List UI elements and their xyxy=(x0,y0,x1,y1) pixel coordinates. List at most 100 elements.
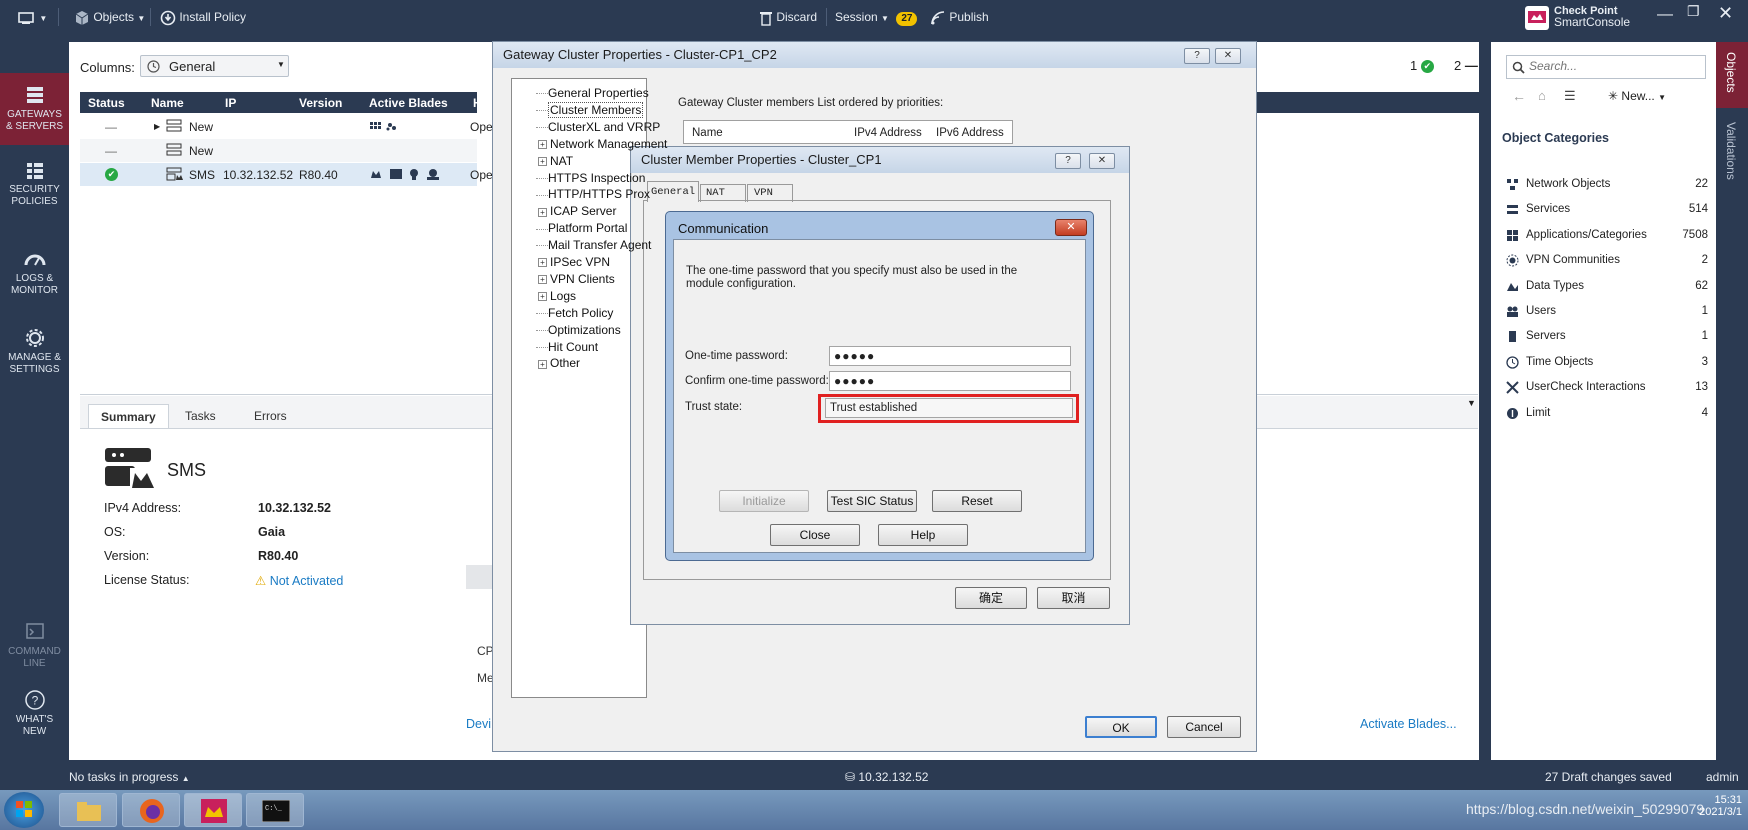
activate-blades-link[interactable]: Activate Blades... xyxy=(1360,717,1457,731)
app-menu-button[interactable]: ▼ xyxy=(18,8,47,26)
category-item[interactable]: Data Types 62 xyxy=(1506,278,1708,296)
col-hardware[interactable]: Har xyxy=(473,96,493,110)
category-item[interactable]: Time Objects 3 xyxy=(1506,354,1708,372)
nav-whats-new[interactable]: ? WHAT'S NEW xyxy=(0,690,69,745)
col-active-blades[interactable]: Active Blades xyxy=(369,96,448,110)
tree-item[interactable]: + NAT xyxy=(538,154,573,168)
expand-plus-icon[interactable]: + xyxy=(538,292,547,302)
clock[interactable]: 15:31 2021/3/1 xyxy=(1680,794,1742,818)
search-box[interactable] xyxy=(1506,55,1706,79)
discard-button[interactable]: Discard xyxy=(759,8,817,26)
member-ok-button[interactable]: 确定 xyxy=(955,587,1027,609)
gw-cancel-button[interactable]: Cancel xyxy=(1167,716,1241,738)
tree-item[interactable]: Optimizations xyxy=(536,323,621,337)
tab-nat[interactable]: NAT xyxy=(700,184,746,202)
comm-close-button[interactable]: Close xyxy=(770,524,860,546)
expand-plus-icon[interactable]: + xyxy=(538,275,547,285)
tab-errors[interactable]: Errors xyxy=(242,404,299,428)
col-name[interactable]: Name xyxy=(151,96,184,110)
minimize-button[interactable]: — xyxy=(1657,6,1673,24)
close-app-button[interactable]: ✕ xyxy=(1718,3,1733,24)
table-row[interactable]: — New xyxy=(80,139,477,162)
tree-item[interactable]: + IPSec VPN xyxy=(538,255,610,269)
install-policy-button[interactable]: Install Policy xyxy=(160,8,246,26)
expand-plus-icon[interactable]: + xyxy=(538,207,547,217)
tree-item[interactable]: + Logs xyxy=(538,289,576,303)
tree-item[interactable]: Hit Count xyxy=(536,340,598,354)
tree-item[interactable]: Fetch Policy xyxy=(536,306,613,320)
tab-general[interactable]: General xyxy=(647,181,699,202)
search-input[interactable] xyxy=(1529,59,1699,73)
taskbar-firefox[interactable] xyxy=(122,793,180,827)
category-item[interactable]: VPN Communities 2 xyxy=(1506,252,1708,270)
tab-tasks[interactable]: Tasks xyxy=(173,404,228,428)
category-item[interactable]: Limit 4 xyxy=(1506,405,1708,423)
taskbar-smartconsole[interactable] xyxy=(184,793,242,827)
confirm-otp-field[interactable]: ●●●●● xyxy=(829,371,1071,391)
taskbar-cmd[interactable]: C:\_ xyxy=(246,793,304,827)
nav-logs-monitor[interactable]: LOGS & MONITOR xyxy=(0,249,69,309)
reset-button[interactable]: Reset xyxy=(932,490,1022,512)
restore-button[interactable]: ❐ xyxy=(1687,3,1700,20)
col-ip[interactable]: IP xyxy=(225,96,236,110)
license-status[interactable]: ⚠ Not Activated xyxy=(255,573,343,588)
category-item[interactable]: Applications/Categories 7508 xyxy=(1506,227,1708,245)
objects-menu-button[interactable]: Objects ▼ xyxy=(74,8,145,26)
tree-item[interactable]: HTTP/HTTPS Prox xyxy=(536,187,650,201)
taskbar-explorer[interactable] xyxy=(59,793,117,827)
tab-summary[interactable]: Summary xyxy=(88,404,169,428)
col-version[interactable]: Version xyxy=(299,96,342,110)
help-button[interactable]: ? xyxy=(1055,153,1081,169)
category-item[interactable]: Services 514 xyxy=(1506,201,1708,219)
col-member-ipv4[interactable]: IPv4 Address xyxy=(854,127,922,139)
expand-plus-icon[interactable]: + xyxy=(538,140,547,150)
tab-vpn[interactable]: VPN xyxy=(747,184,793,202)
table-row[interactable]: — ▶ New Ope xyxy=(80,115,493,138)
close-button[interactable]: ✕ xyxy=(1089,153,1115,169)
tab-validations[interactable]: Validations xyxy=(1724,122,1738,180)
tree-item[interactable]: Cluster Members xyxy=(536,101,644,118)
expand-plus-icon[interactable]: + xyxy=(538,359,547,369)
new-object-button[interactable]: ✳ New... ▼ xyxy=(1608,89,1666,103)
tree-item[interactable]: + ICAP Server xyxy=(538,204,616,218)
category-item[interactable]: UserCheck Interactions 13 xyxy=(1506,379,1708,397)
start-button[interactable] xyxy=(4,792,44,828)
gw-ok-button[interactable]: OK xyxy=(1085,716,1157,738)
expand-plus-icon[interactable]: + xyxy=(538,258,547,268)
nav-command-line[interactable]: COMMAND LINE xyxy=(0,622,69,672)
tree-item[interactable]: ClusterXL and VRRP xyxy=(536,120,660,134)
category-item[interactable]: Users 1 xyxy=(1506,303,1708,321)
tree-item[interactable]: HTTPS Inspection xyxy=(536,171,645,185)
expand-arrow-icon[interactable]: ▶ xyxy=(154,122,160,131)
tree-item[interactable]: Mail Transfer Agent xyxy=(536,238,651,252)
collapse-icon[interactable]: ▼ xyxy=(1467,398,1476,408)
back-arrow-icon[interactable]: ← xyxy=(1512,88,1526,104)
device-link[interactable]: Devi xyxy=(466,717,491,731)
close-button[interactable]: ✕ xyxy=(1215,48,1241,64)
publish-button[interactable]: Publish xyxy=(930,8,989,26)
nav-manage-settings[interactable]: MANAGE & SETTINGS xyxy=(0,328,69,388)
otp-field[interactable]: ●●●●● xyxy=(829,346,1071,366)
tasks-status[interactable]: No tasks in progress ▲ xyxy=(69,770,190,784)
list-view-icon[interactable]: ☰ xyxy=(1564,88,1576,104)
initialize-button[interactable]: Initialize xyxy=(719,490,809,512)
tree-item[interactable]: Platform Portal xyxy=(536,221,627,235)
expand-plus-icon[interactable]: + xyxy=(538,156,547,166)
member-cancel-button[interactable]: 取消 xyxy=(1037,587,1110,609)
nav-gateways-servers[interactable]: GATEWAYS & SERVERS xyxy=(0,73,69,145)
category-item[interactable]: Network Objects 22 xyxy=(1506,176,1708,194)
test-sic-status-button[interactable]: Test SIC Status xyxy=(827,490,917,512)
session-menu-button[interactable]: Session ▼ 27 xyxy=(835,8,918,26)
col-member-name[interactable]: Name xyxy=(692,127,723,139)
comm-help-button[interactable]: Help xyxy=(878,524,968,546)
tree-item[interactable]: + Network Management xyxy=(538,137,667,151)
help-button[interactable]: ? xyxy=(1184,48,1210,64)
tree-item[interactable]: General Properties xyxy=(536,86,649,100)
close-button[interactable]: ✕ xyxy=(1055,219,1087,236)
tab-objects[interactable]: Objects xyxy=(1724,52,1738,93)
category-item[interactable]: Servers 1 xyxy=(1506,328,1708,346)
tree-item[interactable]: + VPN Clients xyxy=(538,272,615,286)
col-status[interactable]: Status xyxy=(88,96,125,110)
columns-select[interactable]: General ▼ xyxy=(140,55,289,77)
home-icon[interactable]: ⌂ xyxy=(1538,88,1546,103)
